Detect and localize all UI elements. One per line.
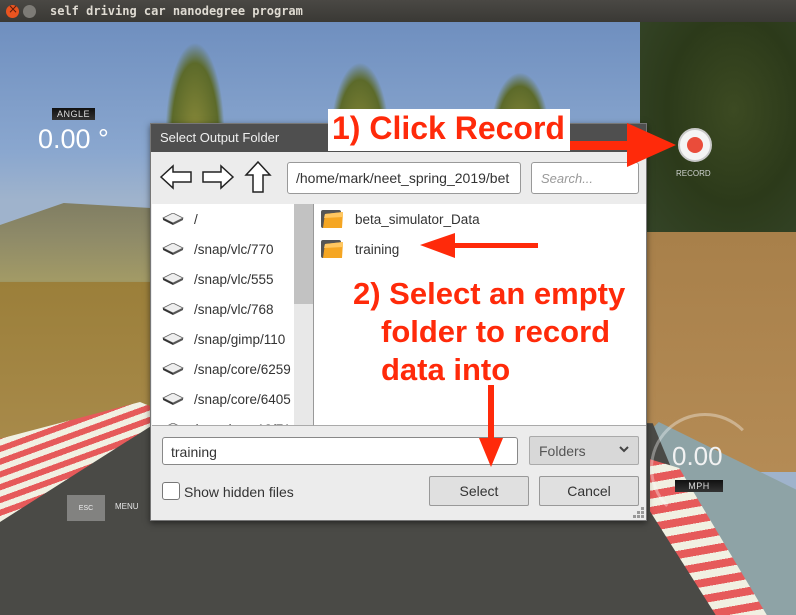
places-list-item[interactable]: /snap/core18/71	[152, 414, 313, 426]
record-label: RECORD	[676, 169, 711, 178]
drive-icon	[162, 393, 184, 405]
annotation-step2-line3: data into	[381, 352, 511, 387]
places-list-item-label: /snap/core/6405	[194, 391, 291, 407]
dialog-toolbar: /home/mark/neet_spring_2019/bet Search..…	[151, 152, 646, 202]
files-list-item-label: beta_simulator_Data	[355, 211, 480, 227]
drive-icon	[162, 243, 184, 255]
select-button[interactable]: Select	[429, 476, 529, 506]
files-list-item[interactable]: beta_simulator_Data	[314, 204, 646, 234]
tree-cluster	[640, 22, 796, 242]
esc-button[interactable]: ESC	[67, 495, 105, 521]
arrow-up-icon[interactable]	[243, 160, 273, 194]
arrow-right-icon[interactable]	[201, 162, 235, 192]
close-icon[interactable]	[6, 2, 19, 18]
show-hidden-checkbox[interactable]	[162, 482, 180, 500]
places-list-item-label: /snap/core18/71	[194, 422, 291, 426]
drive-icon	[162, 213, 184, 225]
places-list-item[interactable]: /snap/core/6405	[152, 384, 313, 414]
places-list-item-label: /snap/gimp/110	[194, 331, 286, 347]
cancel-button[interactable]: Cancel	[539, 476, 639, 506]
places-list-item[interactable]: /	[152, 204, 313, 234]
window-titlebar: self driving car nanodegree program	[0, 0, 796, 22]
places-list-item-label: /snap/core/6259	[194, 361, 291, 377]
places-list-item[interactable]: /snap/vlc/768	[152, 294, 313, 324]
chevron-down-icon	[619, 446, 629, 453]
drive-icon	[162, 363, 184, 375]
drive-icon	[162, 333, 184, 345]
filter-dropdown[interactable]: Folders	[529, 436, 639, 465]
places-scrollbar-thumb[interactable]	[294, 204, 313, 304]
show-hidden-label: Show hidden files	[184, 484, 294, 500]
places-list-item[interactable]: /snap/gimp/110	[152, 324, 313, 354]
drive-icon	[168, 423, 178, 425]
annotation-step1: 1) Click Record	[332, 110, 565, 146]
files-list-item[interactable]: training	[314, 234, 646, 264]
places-list-item-label: /snap/vlc/555	[194, 271, 274, 287]
angle-label: ANGLE	[52, 108, 96, 120]
record-icon	[687, 137, 703, 153]
places-list: / /snap/vlc/770/snap/vlc/555/snap/vlc/768…	[152, 204, 314, 426]
annotation-step2: 2) Select an empty folder to record data…	[353, 275, 625, 389]
places-list-item-label: /	[194, 211, 198, 227]
search-input[interactable]: Search...	[531, 162, 639, 194]
folder-name-input[interactable]: training	[162, 437, 518, 465]
filter-value: Folders	[539, 443, 586, 459]
menu-label: MENU	[115, 502, 139, 511]
speed-unit-label: MPH	[675, 480, 723, 492]
path-field[interactable]: /home/mark/neet_spring_2019/bet	[287, 162, 521, 194]
places-list-item[interactable]: /snap/core/6259	[152, 354, 313, 384]
minimize-icon[interactable]	[23, 4, 36, 18]
folder-icon	[321, 240, 343, 258]
record-button[interactable]	[678, 128, 712, 162]
speed-value: 0.00	[672, 441, 723, 471]
angle-value: 0.00 °	[38, 124, 109, 154]
resize-grip-icon[interactable]	[633, 507, 645, 519]
arrow-left-icon[interactable]	[159, 162, 193, 192]
annotation-step2-line2: folder to record	[381, 314, 611, 349]
drive-icon	[162, 303, 184, 315]
places-list-item[interactable]: /snap/vlc/555	[152, 264, 313, 294]
files-list-item-label: training	[355, 241, 400, 257]
drive-icon	[162, 273, 184, 285]
places-list-item-label: /snap/vlc/770	[194, 241, 274, 257]
places-list-item-label: /snap/vlc/768	[194, 301, 274, 317]
window-title: self driving car nanodegree program	[50, 4, 303, 18]
folder-icon	[321, 210, 343, 228]
places-list-item[interactable]: /snap/vlc/770	[152, 234, 313, 264]
annotation-step2-line1: 2) Select an empty	[353, 276, 626, 311]
